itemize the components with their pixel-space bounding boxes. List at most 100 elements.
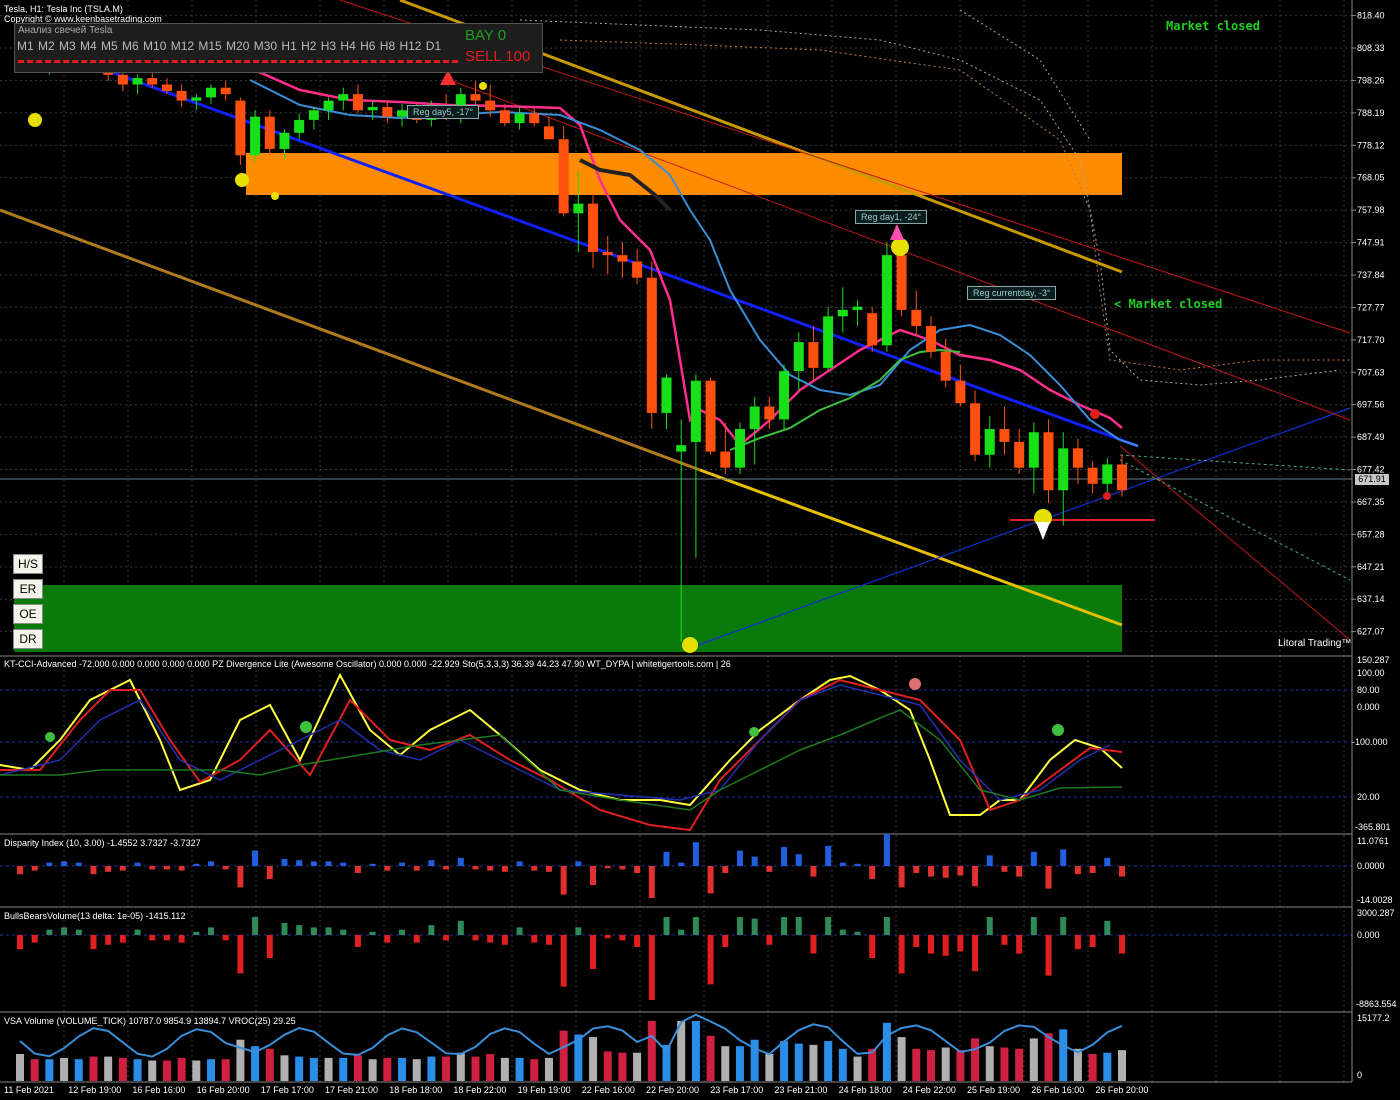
signal-dot-red — [1090, 409, 1100, 419]
bbv-bar — [1001, 935, 1008, 945]
signal-dot-yellow — [682, 637, 698, 653]
bbv-bar — [883, 917, 890, 935]
bbv-bar — [516, 927, 523, 935]
candle-body — [617, 255, 628, 262]
volume-bar — [442, 1056, 451, 1081]
disparity-bar — [61, 861, 68, 866]
bbv-bar — [781, 917, 788, 935]
volume-bar — [412, 1059, 421, 1081]
bbv-bar — [163, 935, 170, 941]
price-tick: 757.98 — [1357, 205, 1385, 215]
disparity-bar — [839, 862, 846, 866]
bulls-bears-volume-panel — [0, 906, 1352, 936]
timeframe-row[interactable]: M1 M2 M3 M4 M5 M6 M10 M12 M15 M20 M30 H1… — [17, 39, 441, 53]
candle-body — [294, 119, 305, 133]
bbv-bar — [898, 935, 905, 974]
volume-bar — [324, 1057, 333, 1081]
volume-bar — [207, 1059, 216, 1081]
price-tick: 747.91 — [1357, 238, 1385, 248]
disparity-bar — [545, 866, 552, 872]
volume-bar — [398, 1057, 407, 1081]
volume-bar — [280, 1055, 289, 1081]
bbv-bar — [222, 935, 229, 941]
volume-bar — [427, 1056, 436, 1081]
signal-dot-yellow — [28, 113, 42, 127]
symbol-line: Tesla, H1: Tesla Inc (TSLA.M) — [4, 4, 123, 14]
disparity-bar — [575, 861, 582, 866]
candle-body — [220, 87, 231, 95]
arrow-up-icon — [890, 224, 904, 240]
hs-button[interactable]: H/S — [13, 554, 43, 574]
volume-bar — [721, 1046, 730, 1081]
volume-bar — [74, 1059, 83, 1081]
cci-tick: 80.00 — [1357, 685, 1380, 695]
volume-bar — [89, 1056, 98, 1081]
cci-label: KT-CCI-Advanced -72.000 0.000 0.000 0.00… — [4, 659, 731, 669]
price-tick: 737.84 — [1357, 270, 1385, 280]
candle-body — [793, 342, 804, 372]
volume-bar — [471, 1056, 480, 1081]
disparity-bar — [883, 834, 890, 866]
volume-bar — [838, 1048, 847, 1081]
bbv-bar — [46, 929, 53, 935]
arrow-down-icon — [1036, 522, 1050, 540]
volume-bar — [971, 1038, 980, 1081]
candle-body — [132, 78, 143, 85]
bbv-bar — [443, 935, 450, 941]
disparity-bar — [501, 866, 508, 872]
bbv-bar — [281, 923, 288, 935]
disparity-bar — [604, 866, 611, 869]
bbv-bar — [369, 931, 376, 935]
price-chart[interactable]: 818.40 808.33 798.26 788.19 778.12 768.05 757.… — [0, 0, 1400, 1100]
candle-analysis-panel[interactable]: Анализ свечей Tesla M1 M2 M3 M4 M5 M6 M1… — [14, 23, 543, 73]
bbv-bar — [1030, 917, 1037, 935]
bbv-bar — [986, 917, 993, 935]
signal-dot-yellow — [891, 238, 909, 256]
sell-counter: SELL 100 — [465, 48, 531, 65]
disparity-bar — [1089, 866, 1096, 873]
candle-body — [676, 445, 687, 452]
candle-body — [720, 451, 731, 468]
disparity-bar — [707, 866, 714, 894]
bbv-bar — [266, 935, 273, 958]
bbv-bar — [736, 917, 743, 935]
disparity-bar — [399, 862, 406, 866]
candle-body — [397, 110, 408, 117]
volume-bar — [309, 1057, 318, 1081]
volume-bar — [647, 1021, 656, 1081]
price-tick: 707.63 — [1357, 367, 1385, 377]
er-button[interactable]: ER — [13, 579, 43, 599]
volume-bar — [985, 1046, 994, 1081]
volume-bar — [765, 1054, 774, 1081]
volume-bar — [809, 1044, 818, 1081]
bbv-bar — [942, 935, 949, 956]
candle-body — [1072, 448, 1083, 468]
candle-body — [338, 94, 349, 101]
dr-button[interactable]: DR — [13, 629, 43, 649]
candle-body — [279, 132, 290, 149]
price-tick: 717.70 — [1357, 335, 1385, 345]
disparity-bar — [46, 862, 53, 866]
market-closed-label: Market closed — [1166, 19, 1260, 33]
disparity-bar — [766, 866, 773, 872]
bbv-bar — [1104, 920, 1111, 935]
volume-bar — [853, 1056, 862, 1081]
candle-body — [308, 110, 319, 120]
volume-bar — [192, 1060, 201, 1081]
volume-bar — [633, 1052, 642, 1081]
oe-button[interactable]: OE — [13, 604, 43, 624]
candle-body — [485, 100, 496, 111]
disparity-bar — [927, 866, 934, 877]
cci-tick: 100.00 — [1357, 668, 1385, 678]
disparity-bar — [1074, 866, 1081, 875]
disparity-tick: 0.0000 — [1357, 861, 1385, 871]
volume-bar — [618, 1052, 627, 1081]
volume-bar — [60, 1057, 69, 1081]
bbv-bar — [457, 920, 464, 935]
bbv-bar — [972, 935, 979, 972]
volume-bar — [456, 1052, 465, 1081]
volume-bar — [559, 1030, 568, 1081]
time-tick: 26 Feb 16:00 — [1031, 1085, 1084, 1095]
volume-bar — [956, 1050, 965, 1081]
candle-body — [705, 380, 716, 452]
